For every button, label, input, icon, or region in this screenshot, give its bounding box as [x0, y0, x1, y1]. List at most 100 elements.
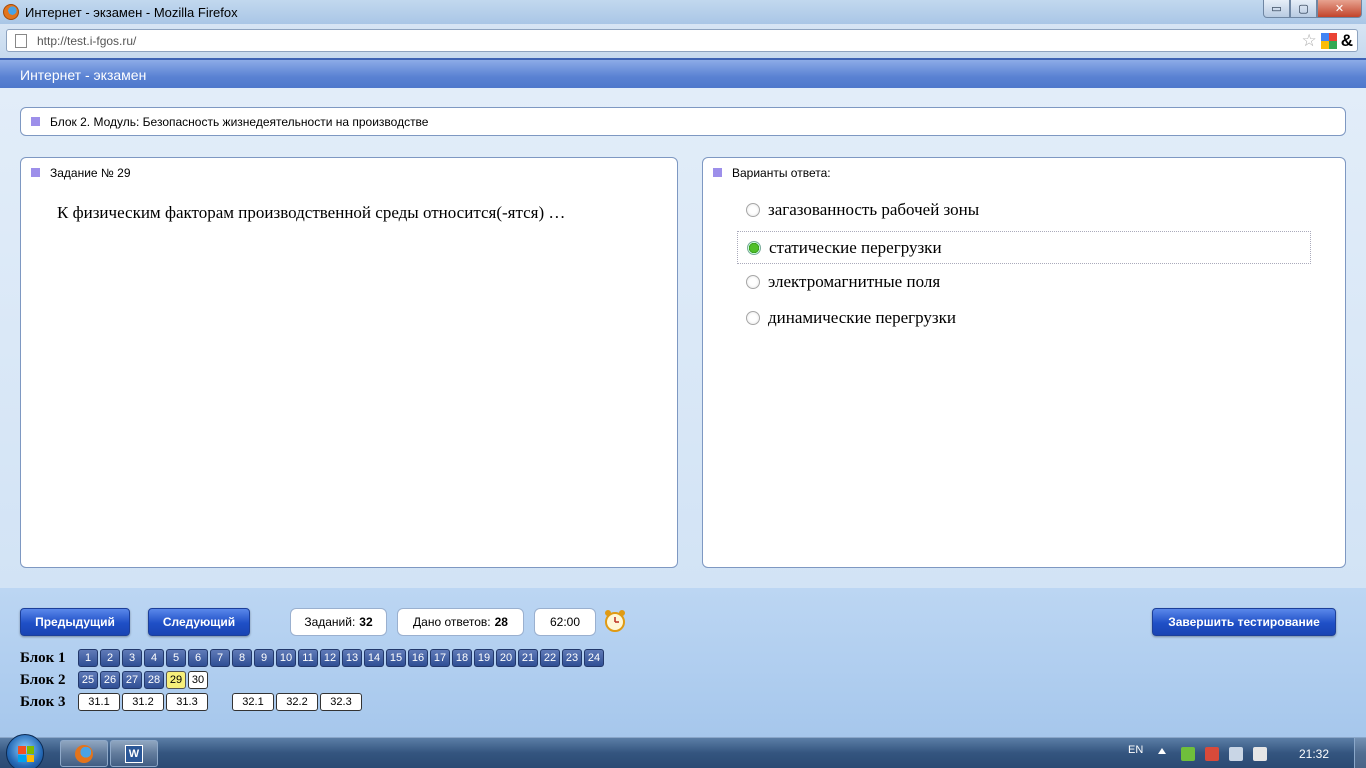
page-icon [15, 33, 27, 48]
word-icon: W [125, 744, 143, 763]
question-nav-button[interactable]: 7 [210, 649, 230, 667]
question-nav-button[interactable]: 8 [232, 649, 252, 667]
answer-option-4[interactable]: динамические перегрузки [737, 301, 1311, 334]
sync-icon[interactable] [1181, 747, 1195, 761]
question-nav-button[interactable]: 3 [122, 649, 142, 667]
network-icon[interactable] [1229, 747, 1243, 761]
answers-panel: Варианты ответа: загазованность рабочей … [702, 157, 1346, 568]
block-1-questions: 1 2 3 4 5 6 7 8 9 10 11 12 13 14 15 16 17 18 19 20 21 22 23 24 [78, 649, 604, 667]
question-nav-button[interactable]: 13 [342, 649, 362, 667]
tasks-count-value: 32 [359, 615, 373, 629]
radio-button[interactable] [746, 310, 760, 325]
question-nav-button[interactable]: 24 [584, 649, 604, 667]
question-nav-button[interactable]: 12 [320, 649, 340, 667]
question-nav-button[interactable]: 9 [254, 649, 274, 667]
bottom-controls: Предыдущий Следующий Заданий: 32 Дано отв… [0, 588, 1366, 737]
radio-button-selected[interactable] [747, 240, 761, 255]
answer-label[interactable]: динамические перегрузки [768, 308, 956, 328]
next-button[interactable]: Следующий [148, 608, 250, 636]
answer-label[interactable]: загазованность рабочей зоны [768, 200, 979, 220]
timer-badge: 62:00 [534, 608, 596, 636]
question-nav-button[interactable]: 26 [100, 671, 120, 689]
question-nav-button[interactable]: 32.3 [320, 693, 362, 711]
url-bar[interactable]: http://test.i-fgos.ru/ ☆ & [6, 29, 1358, 52]
block-3-row: Блок 3 31.1 31.2 31.3 32.1 32.2 32.3 [20, 692, 362, 712]
block-2-label: Блок 2 [20, 671, 66, 688]
question-nav-button[interactable]: 32.1 [232, 693, 274, 711]
question-nav-button[interactable]: 17 [430, 649, 450, 667]
close-button[interactable]: ✕ [1317, 0, 1362, 18]
question-nav-button[interactable]: 30 [188, 671, 208, 689]
bullet-square-icon [31, 117, 40, 126]
block-title-bar: Блок 2. Модуль: Безопасность жизнедеятел… [20, 107, 1346, 136]
question-nav-button[interactable]: 11 [298, 649, 318, 667]
language-indicator[interactable]: EN [1128, 744, 1143, 756]
bullet-square-icon [31, 168, 40, 177]
question-nav-button[interactable]: 19 [474, 649, 494, 667]
answered-count-label: Дано ответов: [413, 615, 491, 629]
app-title: Интернет - экзамен [20, 67, 147, 83]
question-nav-button[interactable]: 5 [166, 649, 186, 667]
volume-icon[interactable] [1253, 747, 1267, 761]
block-1-label: Блок 1 [20, 649, 66, 666]
answers-heading: Варианты ответа: [732, 166, 831, 180]
tasks-count-badge: Заданий: 32 [290, 608, 387, 636]
firefox-icon [75, 744, 93, 763]
start-button[interactable] [6, 734, 44, 768]
maximize-button[interactable]: ▢ [1290, 0, 1317, 18]
answer-option-1[interactable]: загазованность рабочей зоны [737, 193, 1311, 226]
minimize-button[interactable]: ▭ [1263, 0, 1290, 18]
block-2-questions: 25 26 27 28 29 30 [78, 671, 208, 689]
question-nav-button[interactable]: 29 [166, 671, 186, 689]
app-header: Интернет - экзамен [0, 58, 1366, 88]
question-nav-button[interactable]: 27 [122, 671, 142, 689]
question-nav-button[interactable]: 21 [518, 649, 538, 667]
show-desktop-button[interactable] [1354, 738, 1366, 768]
radio-button[interactable] [746, 202, 760, 217]
block-3-label: Блок 3 [20, 693, 66, 710]
taskbar-word[interactable]: W [110, 740, 158, 767]
question-nav-button[interactable]: 6 [188, 649, 208, 667]
question-nav-button[interactable]: 28 [144, 671, 164, 689]
question-nav-button[interactable]: 23 [562, 649, 582, 667]
answer-option-2[interactable]: статические перегрузки [737, 231, 1311, 264]
bullet-square-icon [713, 168, 722, 177]
question-nav-button[interactable]: 4 [144, 649, 164, 667]
question-nav-button[interactable]: 31.3 [166, 693, 208, 711]
block-title: Блок 2. Модуль: Безопасность жизнедеятел… [50, 115, 429, 129]
question-nav-button[interactable]: 31.2 [122, 693, 164, 711]
question-nav-button[interactable]: 10 [276, 649, 296, 667]
block-1-row: Блок 1 1 2 3 4 5 6 7 8 9 10 11 12 13 14 15 16 17 18 19 20 21… [20, 648, 604, 668]
amp-icon[interactable]: & [1341, 32, 1353, 49]
question-nav-button[interactable]: 32.2 [276, 693, 318, 711]
finish-test-button[interactable]: Завершить тестирование [1152, 608, 1336, 636]
clock-time[interactable]: 21:32 [1299, 747, 1329, 761]
timer-value: 62:00 [549, 615, 581, 629]
flag-icon[interactable] [1205, 747, 1219, 761]
question-nav-button[interactable]: 14 [364, 649, 384, 667]
question-nav-button[interactable]: 15 [386, 649, 406, 667]
question-nav-button[interactable]: 31.1 [78, 693, 120, 711]
question-nav-button[interactable]: 22 [540, 649, 560, 667]
google-icon[interactable] [1320, 32, 1337, 49]
radio-button[interactable] [746, 274, 760, 289]
main-content: Блок 2. Модуль: Безопасность жизнедеятел… [0, 88, 1366, 588]
star-icon[interactable]: ☆ [1301, 32, 1316, 49]
tasks-count-label: Заданий: [304, 615, 356, 629]
answer-option-3[interactable]: электромагнитные поля [737, 265, 1311, 298]
tray-expand-icon[interactable] [1158, 748, 1166, 754]
block-3-questions: 31.1 31.2 31.3 32.1 32.2 32.3 [78, 693, 362, 711]
question-nav-button[interactable]: 20 [496, 649, 516, 667]
url-text[interactable]: http://test.i-fgos.ru/ [37, 34, 136, 48]
answer-label[interactable]: статические перегрузки [769, 238, 942, 258]
taskbar-firefox[interactable] [60, 740, 108, 767]
question-nav-button[interactable]: 1 [78, 649, 98, 667]
previous-button[interactable]: Предыдущий [20, 608, 130, 636]
answered-count-value: 28 [494, 615, 508, 629]
question-nav-button[interactable]: 16 [408, 649, 428, 667]
window-title: Интернет - экзамен - Mozilla Firefox [25, 4, 238, 20]
answer-label[interactable]: электромагнитные поля [768, 272, 940, 292]
question-nav-button[interactable]: 2 [100, 649, 120, 667]
question-nav-button[interactable]: 25 [78, 671, 98, 689]
question-nav-button[interactable]: 18 [452, 649, 472, 667]
